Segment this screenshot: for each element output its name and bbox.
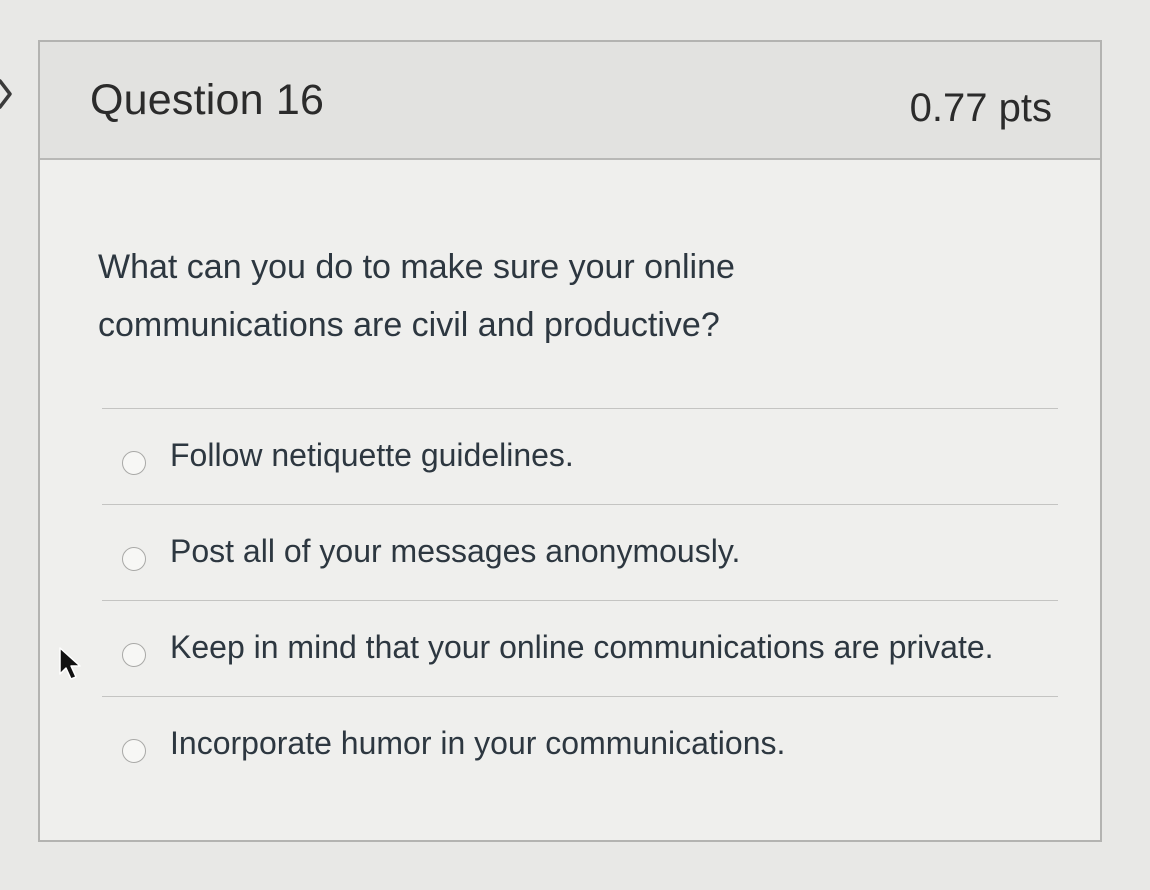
answer-label[interactable]: Post all of your messages anonymously.	[170, 533, 740, 570]
answer-radio[interactable]	[122, 739, 146, 763]
question-header: Question 16 0.77 pts	[40, 42, 1100, 160]
answer-radio[interactable]	[122, 451, 146, 475]
mouse-cursor-icon	[59, 647, 81, 680]
answer-option[interactable]: Keep in mind that your online communicat…	[102, 600, 1058, 696]
question-points: 0.77 pts	[909, 86, 1052, 130]
answer-radio[interactable]	[122, 547, 146, 571]
question-card: Question 16 0.77 pts What can you do to …	[38, 40, 1102, 842]
answer-option[interactable]: Follow netiquette guidelines.	[102, 408, 1058, 504]
answer-label[interactable]: Follow netiquette guidelines.	[170, 437, 574, 474]
answer-option[interactable]: Incorporate humor in your communications…	[102, 696, 1058, 792]
question-text: What can you do to make sure your online…	[98, 248, 735, 344]
answer-radio[interactable]	[122, 643, 146, 667]
chevron-right-icon[interactable]	[0, 78, 16, 110]
answer-label[interactable]: Keep in mind that your online communicat…	[170, 629, 994, 666]
answer-list: Follow netiquette guidelines. Post all o…	[102, 408, 1058, 792]
answer-option[interactable]: Post all of your messages anonymously.	[102, 504, 1058, 600]
question-title: Question 16	[90, 76, 325, 124]
answer-label[interactable]: Incorporate humor in your communications…	[170, 725, 785, 762]
